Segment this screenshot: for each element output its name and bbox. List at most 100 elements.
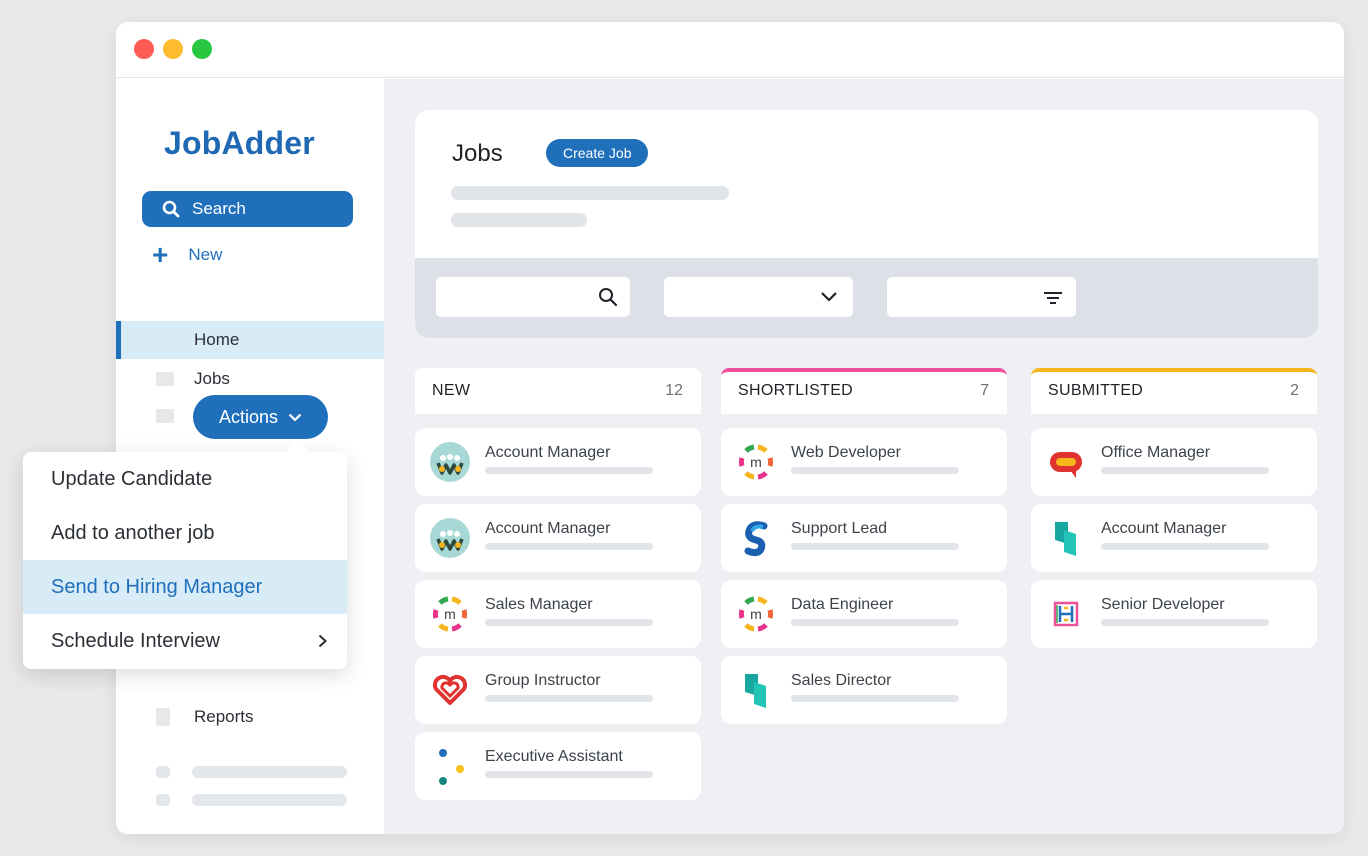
column-name: SUBMITTED xyxy=(1048,382,1144,399)
chevron-down-icon xyxy=(821,292,837,302)
m-ring-icon: m xyxy=(736,594,776,634)
job-title: Sales Manager xyxy=(485,596,593,613)
skeleton-line xyxy=(485,771,653,778)
filter-search-input[interactable] xyxy=(436,277,630,317)
skeleton-line xyxy=(451,186,729,200)
blocks-icon xyxy=(736,670,776,710)
sidebar-item-jobs[interactable]: Jobs xyxy=(156,369,230,389)
job-card[interactable]: m Web Developer xyxy=(721,428,1007,496)
job-title: Account Manager xyxy=(485,520,611,537)
svg-text:m: m xyxy=(750,606,762,622)
filter-icon xyxy=(1044,292,1062,304)
job-title: Senior Developer xyxy=(1101,596,1225,613)
new-button[interactable]: + New xyxy=(152,241,223,269)
create-job-button[interactable]: Create Job xyxy=(546,139,649,167)
sidebar-item-reports[interactable]: Reports xyxy=(156,707,254,727)
svg-text:m: m xyxy=(750,454,762,470)
menu-item-schedule-interview[interactable]: Schedule Interview xyxy=(23,614,347,668)
chat-bubble-icon xyxy=(1046,442,1086,482)
job-card[interactable]: Office Manager xyxy=(1031,428,1317,496)
filter-dropdown[interactable] xyxy=(664,277,853,317)
sidebar-item-label: Home xyxy=(194,330,240,349)
job-title: Account Manager xyxy=(1101,520,1227,537)
job-title: Account Manager xyxy=(485,444,611,461)
sidebar-item-home[interactable]: Home xyxy=(116,321,384,359)
skeleton-line xyxy=(791,619,959,626)
skeleton-line xyxy=(485,467,653,474)
column-header: SUBMITTED 2 xyxy=(1031,368,1317,414)
s-icon xyxy=(736,518,776,558)
skeleton-line xyxy=(791,543,959,550)
column-name: NEW xyxy=(432,382,471,399)
actions-button[interactable]: Actions xyxy=(193,395,328,439)
job-title: Data Engineer xyxy=(791,596,894,613)
skeleton-row xyxy=(156,794,347,806)
filter-bar xyxy=(415,258,1318,338)
job-card[interactable]: Account Manager xyxy=(415,504,701,572)
skeleton-line xyxy=(791,695,959,702)
chevron-right-icon xyxy=(318,634,327,648)
search-label: Search xyxy=(192,199,246,218)
svg-text:m: m xyxy=(444,606,456,622)
skeleton-line xyxy=(485,543,653,550)
new-label: New xyxy=(188,245,223,264)
close-window-button[interactable] xyxy=(134,39,154,59)
job-card[interactable]: Executive Assistant xyxy=(415,732,701,800)
job-card[interactable]: m Sales Manager xyxy=(415,580,701,648)
sidebar-item-label: Reports xyxy=(194,707,254,726)
skeleton-row xyxy=(156,766,347,778)
job-card[interactable]: m Data Engineer xyxy=(721,580,1007,648)
column-header: NEW 12 xyxy=(415,368,701,414)
page-title: Jobs xyxy=(452,140,503,167)
job-card[interactable]: Account Manager xyxy=(1031,504,1317,572)
actions-label: Actions xyxy=(218,406,279,427)
search-button[interactable]: Search xyxy=(142,191,353,227)
skeleton-line xyxy=(1101,543,1269,550)
search-icon xyxy=(162,200,180,218)
job-title: Executive Assistant xyxy=(485,748,623,765)
w-people-icon xyxy=(430,442,470,482)
column-new: NEW 12 Account Manager Account Manager m Sale… xyxy=(415,368,701,800)
column-name: SHORTLISTED xyxy=(738,382,854,399)
jobs-header-card: Jobs Create Job xyxy=(415,110,1318,338)
job-card[interactable]: Group Instructor xyxy=(415,656,701,724)
actions-menu: Update Candidate Add to another job Send… xyxy=(23,442,347,669)
m-ring-icon: m xyxy=(736,442,776,482)
skeleton-line xyxy=(485,695,653,702)
minimize-window-button[interactable] xyxy=(163,39,183,59)
job-card[interactable]: Senior Developer xyxy=(1031,580,1317,648)
job-title: Sales Director xyxy=(791,672,892,689)
main-content: Jobs Create Job NEW 12 Account Manager Acco… xyxy=(384,79,1344,834)
sidebar-item-hidden[interactable] xyxy=(156,409,194,423)
app-logo: JobAdder xyxy=(164,125,315,161)
column-count: 2 xyxy=(1290,382,1299,399)
heart-icon xyxy=(430,670,470,710)
column-submitted: SUBMITTED 2 Office Manager Account Manager S… xyxy=(1031,368,1317,648)
h-maze-icon xyxy=(1046,594,1086,634)
briefcase-icon xyxy=(156,372,174,386)
skeleton-line xyxy=(451,213,587,227)
w-people-icon xyxy=(430,518,470,558)
menu-item-send-to-hiring-manager[interactable]: Send to Hiring Manager xyxy=(23,560,347,614)
dots-icon xyxy=(430,746,470,786)
job-title: Support Lead xyxy=(791,520,888,537)
chevron-down-icon xyxy=(288,413,302,422)
column-count: 12 xyxy=(665,382,683,399)
menu-item-add-to-job[interactable]: Add to another job xyxy=(23,506,347,560)
filter-sort[interactable] xyxy=(887,277,1076,317)
column-shortlisted: SHORTLISTED 7 m Web Developer Support Lead m D… xyxy=(721,368,1007,724)
skeleton-line xyxy=(485,619,653,626)
job-title: Office Manager xyxy=(1101,444,1211,461)
job-card[interactable]: Sales Director xyxy=(721,656,1007,724)
job-title: Web Developer xyxy=(791,444,901,461)
briefcase-icon xyxy=(156,409,174,423)
job-title: Group Instructor xyxy=(485,672,601,689)
title-bar xyxy=(116,22,1344,78)
job-card[interactable]: Support Lead xyxy=(721,504,1007,572)
m-ring-icon: m xyxy=(430,594,470,634)
maximize-window-button[interactable] xyxy=(192,39,212,59)
document-icon xyxy=(156,708,170,726)
column-header: SHORTLISTED 7 xyxy=(721,368,1007,414)
menu-item-update-candidate[interactable]: Update Candidate xyxy=(23,452,347,506)
job-card[interactable]: Account Manager xyxy=(415,428,701,496)
